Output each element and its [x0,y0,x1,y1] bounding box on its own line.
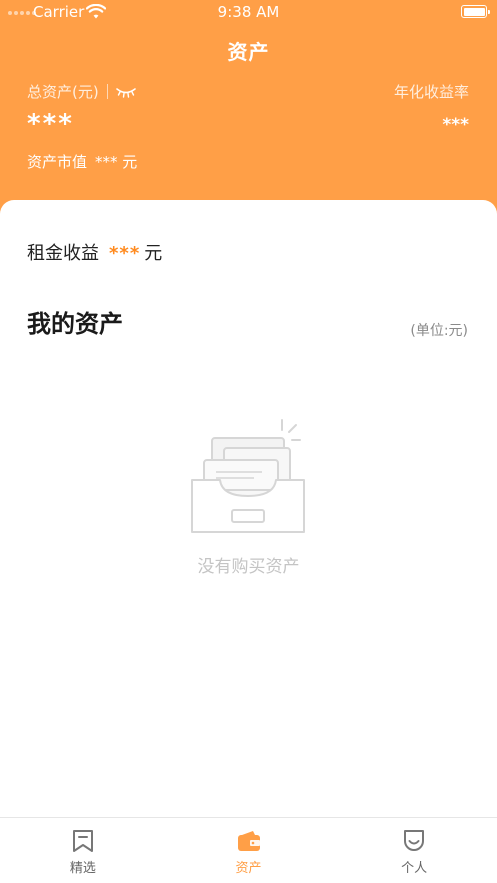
annual-yield-value: *** [442,115,469,135]
smiley-icon [404,830,425,851]
empty-box-icon [191,419,305,533]
rent-income-label: 租金收益 [27,243,99,264]
total-assets-label-row: 总资产(元) [27,81,136,102]
my-assets-title: 我的资产 [27,310,123,338]
rent-income-value: *** [109,243,141,264]
assets-card: 租金收益 *** 元 我的资产 (单位:元) 没有购买资产 [0,200,497,817]
empty-state-message: 没有购买资产 [197,557,300,577]
total-assets-value: *** [27,109,74,139]
bookmark-icon [72,830,93,852]
market-value-row: 资产市值 *** 元 [27,151,137,172]
rent-income-unit: 元 [144,243,163,264]
eye-closed-icon[interactable] [115,86,136,98]
market-value-value: *** [95,153,118,171]
annual-yield-label: 年化收益率 [393,83,469,101]
tab-featured[interactable]: 精选 [0,818,166,883]
market-value-label: 资产市值 [27,153,88,171]
total-assets-label: 总资产(元) [27,83,99,101]
market-value-unit: 元 [122,153,138,171]
page-title: 资产 [227,40,270,64]
battery-icon [461,5,490,18]
unit-label: (单位:元) [410,323,468,339]
status-bar: Carrier 9:38 AM [0,0,497,24]
tab-bar: 精选 资产 个人 [0,817,497,883]
assets-screen: Carrier 9:38 AM 资产 总资产(元) 年化收益率 *** *** … [0,0,497,883]
tab-profile-label: 个人 [401,861,428,876]
header: Carrier 9:38 AM 资产 总资产(元) 年化收益率 *** *** … [0,0,497,220]
tab-featured-label: 精选 [69,861,96,876]
wallet-icon [237,831,260,851]
divider [106,84,108,99]
rent-income-row: 租金收益 *** 元 [27,239,162,265]
tab-assets[interactable]: 资产 [166,818,332,883]
tab-profile[interactable]: 个人 [331,818,497,883]
clock: 9:38 AM [217,3,280,21]
tab-assets-label: 资产 [235,861,262,876]
